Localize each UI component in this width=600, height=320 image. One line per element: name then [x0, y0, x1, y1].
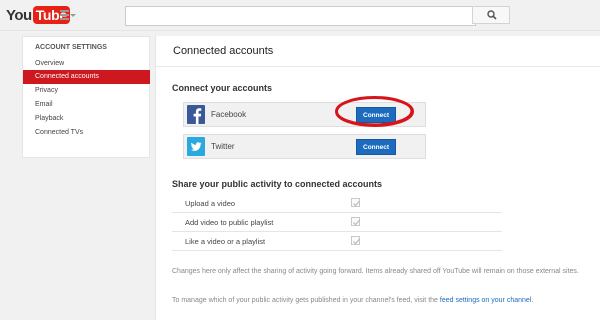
share-option-row: Upload a video: [172, 194, 502, 213]
masthead: You Tube: [0, 0, 600, 31]
sidebar-item-connected-tvs[interactable]: Connected TVs: [23, 126, 150, 140]
like-video-checkbox[interactable]: [351, 236, 360, 245]
connect-section-title: Connect your accounts: [172, 83, 273, 93]
feed-settings-link[interactable]: feed settings on your channel: [440, 297, 531, 304]
sidebar-item-email[interactable]: Email: [23, 98, 150, 112]
search-icon: [487, 10, 497, 20]
checkmark-icon: [353, 200, 360, 207]
feed-settings-note: To manage which of your public activity …: [172, 295, 597, 306]
highlight-ring-annotation: [335, 96, 414, 127]
sidebar-item-connected-accounts[interactable]: Connected accounts: [23, 70, 150, 84]
sidebar-item-privacy[interactable]: Privacy: [23, 84, 150, 98]
logo-you: You: [6, 6, 32, 24]
share-option-label: Upload a video: [185, 199, 236, 208]
sidebar-heading: ACCOUNT SETTINGS: [35, 44, 107, 51]
upload-video-checkbox[interactable]: [351, 198, 360, 207]
share-option-row: Add video to public playlist: [172, 213, 502, 232]
sidebar-item-overview[interactable]: Overview: [23, 57, 150, 71]
sharing-note: Changes here only affect the sharing of …: [172, 268, 579, 275]
checkmark-icon: [353, 238, 360, 245]
checkmark-icon: [353, 219, 360, 226]
page-title: Connected accounts: [173, 45, 274, 57]
facebook-label: Facebook: [211, 110, 247, 119]
title-divider: [156, 66, 600, 67]
twitter-label: Twitter: [211, 142, 235, 151]
search-input[interactable]: [125, 6, 476, 26]
feed-note-text: To manage which of your public activity …: [172, 297, 438, 304]
twitter-connect-button[interactable]: Connect: [356, 139, 396, 155]
share-option-label: Add video to public playlist: [185, 218, 274, 227]
share-option-label: Like a video or a playlist: [185, 237, 266, 246]
twitter-icon: [187, 137, 205, 156]
twitter-account-row: Twitter Connect: [183, 134, 426, 159]
feed-note-suffix: .: [531, 297, 534, 304]
account-settings-sidebar: ACCOUNT SETTINGS Overview Connected acco…: [22, 36, 150, 158]
share-section-title: Share your public activity to connected …: [172, 179, 383, 189]
sidebar-item-playback[interactable]: Playback: [23, 112, 150, 126]
add-to-playlist-checkbox[interactable]: [351, 217, 360, 226]
share-option-row: Like a video or a playlist: [172, 232, 502, 251]
guide-menu-icon[interactable]: [60, 9, 76, 21]
main-panel: Connected accounts Connect your accounts…: [155, 36, 600, 320]
facebook-icon: [187, 105, 205, 124]
search-button[interactable]: [472, 6, 510, 24]
